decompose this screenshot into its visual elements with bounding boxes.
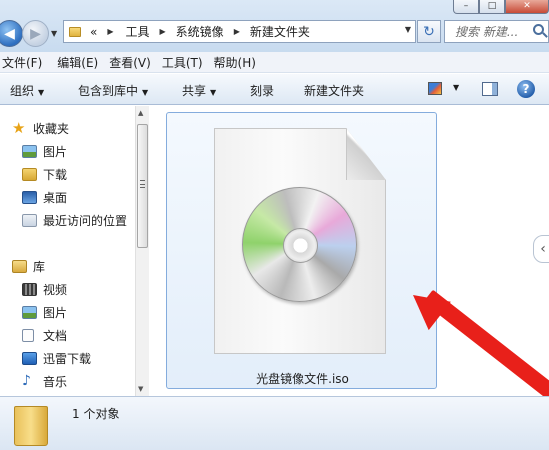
- nav-libraries[interactable]: 库: [12, 258, 45, 275]
- nav-favorites-label: 收藏夹: [33, 122, 70, 136]
- item-count: 1 个对象: [72, 407, 120, 421]
- breadcrumb-separator-icon[interactable]: ▶: [160, 27, 166, 36]
- library-icon: [12, 260, 27, 273]
- menu-bar: 文件(F) 编辑(E) 查看(V) 工具(T) 帮助(H): [0, 52, 549, 73]
- nav-item-documents[interactable]: 文档: [22, 327, 67, 344]
- view-options-dropdown[interactable]: ▼: [453, 83, 459, 92]
- chevron-down-icon: ▼: [142, 88, 149, 97]
- minimize-button[interactable]: –: [453, 0, 479, 14]
- downloads-icon: [22, 168, 37, 181]
- file-item[interactable]: 光盘镜像文件.iso: [166, 112, 437, 389]
- include-library-label: 包含到库中: [78, 84, 139, 98]
- chevron-down-icon: ▼: [38, 88, 45, 97]
- music-note-icon: ♪: [22, 373, 31, 389]
- menu-edit[interactable]: 编辑(E): [57, 54, 109, 71]
- breadcrumb-separator-icon[interactable]: ▶: [107, 27, 113, 36]
- folder-icon: [69, 26, 81, 37]
- refresh-button[interactable]: ↻: [417, 20, 441, 43]
- scroll-up-icon[interactable]: ▲: [138, 109, 143, 117]
- nav-scrollbar[interactable]: ▲ ▼: [135, 106, 149, 396]
- menu-help[interactable]: 帮助(H): [214, 54, 267, 71]
- window-controls: – □ ✕: [453, 0, 549, 14]
- nav-item-label: 文档: [43, 329, 68, 343]
- disc-image-icon: [242, 187, 357, 302]
- nav-item-label: 图片: [43, 306, 68, 320]
- video-icon: [22, 283, 37, 296]
- nav-item-recent-places[interactable]: 最近访问的位置: [22, 212, 127, 229]
- nav-item-label: 音乐: [43, 375, 68, 389]
- breadcrumb-item-tools[interactable]: 工具: [126, 23, 150, 40]
- scroll-thumb[interactable]: [137, 124, 148, 248]
- share-button[interactable]: 共享 ▼: [182, 82, 216, 99]
- nav-item-pictures[interactable]: 图片: [22, 143, 67, 160]
- thunder-download-icon: [22, 352, 37, 365]
- document-icon: [22, 329, 34, 342]
- desktop-icon: [22, 191, 37, 204]
- close-button[interactable]: ✕: [505, 0, 549, 14]
- burn-button[interactable]: 刻录: [250, 82, 274, 99]
- forward-button[interactable]: ▶: [22, 20, 49, 47]
- nav-item-label: 迅雷下载: [43, 352, 92, 366]
- refresh-icon: ↻: [423, 23, 435, 40]
- pictures-icon: [22, 306, 37, 319]
- pictures-icon: [22, 145, 37, 158]
- breadcrumb: « ▶ 工具 ▶ 系统镜像 ▶ 新建文件夹: [90, 23, 310, 40]
- recent-pages-dropdown[interactable]: ▼: [51, 29, 57, 38]
- chevron-down-icon: ▼: [210, 88, 217, 97]
- nav-item-label: 图片: [43, 145, 68, 159]
- title-bar: – □ ✕ ◀ ▶ ▼ « ▶ 工具 ▶ 系统镜像 ▶ 新建文件夹 ▼ ↻: [0, 0, 549, 52]
- nav-item-library-pictures[interactable]: 图片: [22, 304, 67, 321]
- maximize-button[interactable]: □: [479, 0, 505, 14]
- file-name-label[interactable]: 光盘镜像文件.iso: [167, 370, 438, 387]
- forward-arrow-icon: ▶: [30, 25, 41, 42]
- organize-button[interactable]: 组织 ▼: [10, 82, 44, 99]
- menu-file[interactable]: 文件(F): [2, 54, 53, 71]
- preview-pane-icon[interactable]: [482, 82, 498, 96]
- details-pane: 1 个对象: [0, 396, 549, 450]
- menu-view[interactable]: 查看(V): [109, 54, 162, 71]
- back-button[interactable]: ◀: [0, 20, 23, 47]
- breadcrumb-separator-icon[interactable]: ▶: [234, 27, 240, 36]
- address-bar[interactable]: « ▶ 工具 ▶ 系统镜像 ▶ 新建文件夹 ▼: [63, 20, 416, 43]
- nav-item-music[interactable]: ♪ 音乐: [22, 373, 67, 390]
- disc-hub-icon: [283, 228, 318, 263]
- breadcrumb-item-system-image[interactable]: 系统镜像: [176, 23, 224, 40]
- share-label: 共享: [182, 84, 207, 98]
- menu-tools[interactable]: 工具(T): [162, 54, 214, 71]
- command-bar: 组织 ▼ 包含到库中 ▼ 共享 ▼ 刻录 新建文件夹 ▼ ?: [0, 74, 549, 105]
- navigation-pane: ★ 收藏夹 图片 下载 桌面 最近访问的位置 库 视频 图片 文档 迅雷下载 ♪…: [0, 106, 135, 396]
- nav-item-thunder-downloads[interactable]: 迅雷下载: [22, 350, 91, 367]
- nav-item-desktop[interactable]: 桌面: [22, 189, 67, 206]
- search-icon[interactable]: [533, 24, 544, 35]
- nav-item-downloads[interactable]: 下载: [22, 166, 67, 183]
- include-in-library-button[interactable]: 包含到库中 ▼: [78, 82, 148, 99]
- change-view-icon[interactable]: [428, 82, 442, 95]
- new-folder-button[interactable]: 新建文件夹: [304, 82, 364, 99]
- address-dropdown-icon[interactable]: ▼: [405, 25, 411, 34]
- recent-places-icon: [22, 214, 37, 227]
- nav-item-label: 最近访问的位置: [43, 214, 128, 228]
- nav-item-label: 桌面: [43, 191, 68, 205]
- new-folder-label: 新建文件夹: [304, 84, 365, 98]
- help-icon[interactable]: ?: [517, 80, 535, 98]
- chevron-left-icon[interactable]: ‹: [533, 235, 549, 263]
- breadcrumb-overflow[interactable]: «: [90, 25, 97, 39]
- back-arrow-icon: ◀: [4, 25, 15, 42]
- nav-item-label: 下载: [43, 168, 68, 182]
- scroll-down-icon[interactable]: ▼: [138, 385, 143, 393]
- nav-favorites[interactable]: ★ 收藏夹: [12, 120, 69, 137]
- grip-icon: [140, 180, 145, 188]
- burn-label: 刻录: [250, 84, 275, 98]
- folder-icon: [14, 406, 48, 446]
- search-box[interactable]: [444, 20, 549, 43]
- nav-item-label: 视频: [43, 283, 68, 297]
- search-input[interactable]: [455, 24, 535, 39]
- organize-label: 组织: [10, 84, 35, 98]
- star-icon: ★: [12, 119, 26, 137]
- breadcrumb-item-new-folder[interactable]: 新建文件夹: [250, 23, 310, 40]
- nav-libraries-label: 库: [33, 260, 46, 274]
- nav-item-videos[interactable]: 视频: [22, 281, 67, 298]
